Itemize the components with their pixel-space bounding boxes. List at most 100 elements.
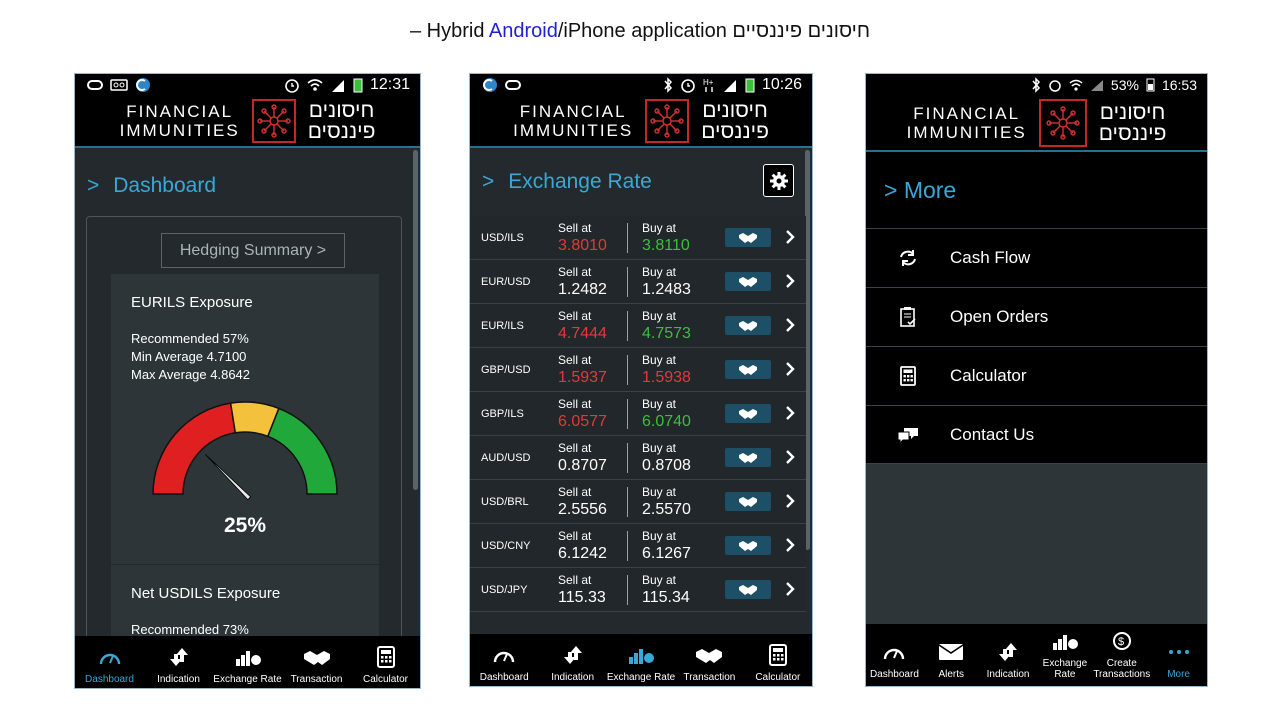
rate-row[interactable]: USD/CNY Sell at 6.1242 Buy at 6.1267: [470, 524, 806, 568]
buy-value: 3.8110: [642, 237, 690, 254]
empty-area: [866, 464, 1207, 626]
indication-icon: [999, 643, 1018, 661]
gauge-percent: 25%: [223, 514, 267, 537]
tab-exchange-rate[interactable]: Exchange Rate: [607, 634, 675, 686]
scrollbar[interactable]: [413, 150, 418, 490]
max-average-value: Max Average 4.8642: [131, 367, 251, 382]
page-title: > Exchange Rate: [470, 148, 812, 216]
logo-english: FINANCIAL IMMUNITIES: [513, 102, 634, 140]
status-time: 12:31: [369, 76, 410, 93]
sell-label: Sell at: [558, 485, 592, 499]
buy-value: 1.2483: [642, 281, 691, 298]
deal-button[interactable]: [725, 404, 771, 423]
currency-pair: USD/CNY: [481, 540, 531, 552]
deal-button[interactable]: [725, 536, 771, 555]
tab-indication[interactable]: Indication: [144, 636, 213, 688]
battery-icon: [353, 78, 363, 93]
chevron-right-icon[interactable]: [784, 358, 796, 385]
buy-label: Buy at: [642, 309, 677, 323]
deal-button[interactable]: [725, 228, 771, 247]
rate-row[interactable]: AUD/USD Sell at 0.8707 Buy at 0.8708: [470, 436, 806, 480]
tab-transaction[interactable]: Transaction: [282, 636, 351, 688]
signal-icon: [723, 80, 736, 92]
rate-row[interactable]: USD/BRL Sell at 2.5556 Buy at 2.5570: [470, 480, 806, 524]
tab-create-transactions[interactable]: $ Create Transactions: [1093, 624, 1150, 686]
rate-row[interactable]: EUR/ILS Sell at 4.7444 Buy at 4.7573: [470, 304, 806, 348]
deal-button[interactable]: [725, 272, 771, 291]
sell-value: 4.7444: [558, 325, 607, 342]
chevron-right-icon[interactable]: [784, 446, 796, 473]
menu-item-cash-flow[interactable]: Cash Flow: [866, 228, 1207, 287]
chevron-right-icon[interactable]: [784, 402, 796, 429]
tab-indication[interactable]: Indication: [980, 624, 1037, 686]
status-bar: 53% 16:53: [866, 74, 1207, 96]
buy-label: Buy at: [642, 353, 677, 367]
currency-pair: GBP/USD: [481, 364, 531, 376]
hedging-summary-button[interactable]: Hedging Summary >: [161, 233, 345, 268]
currency-pair: AUD/USD: [481, 452, 531, 464]
currency-pair: GBP/ILS: [481, 408, 524, 420]
rate-row[interactable]: USD/JPY Sell at 115.33 Buy at 115.34: [470, 568, 806, 612]
sell-value: 2.5556: [558, 501, 607, 518]
menu-item-calculator[interactable]: Calculator: [866, 346, 1207, 405]
deal-button[interactable]: [725, 448, 771, 467]
indication-icon: [169, 648, 188, 666]
tab-dashboard[interactable]: Dashboard: [866, 624, 923, 686]
calculator-icon: [768, 644, 787, 666]
tab-alerts[interactable]: Alerts: [923, 624, 980, 686]
chevron-right-icon[interactable]: [784, 534, 796, 561]
chevron-right-icon[interactable]: [784, 270, 796, 297]
divider: [627, 531, 628, 561]
data-icon: H+: [703, 78, 714, 92]
sell-label: Sell at: [558, 353, 592, 367]
calculator-icon: [376, 646, 395, 668]
tab-transaction[interactable]: Transaction: [675, 634, 743, 686]
gauge-needle: [205, 454, 252, 501]
rate-row[interactable]: EUR/USD Sell at 1.2482 Buy at 1.2483: [470, 260, 806, 304]
settings-button[interactable]: [763, 164, 794, 197]
sell-label: Sell at: [558, 397, 592, 411]
svg-text:H+: H+: [703, 78, 714, 87]
rate-row[interactable]: USD/ILS Sell at 3.8010 Buy at 3.8110: [470, 216, 806, 260]
gauge-green-segment: [266, 407, 338, 495]
buy-value: 6.1267: [642, 545, 691, 562]
deal-button[interactable]: [725, 316, 771, 335]
status-bar: H+ 10:26: [470, 74, 812, 96]
tab-calculator[interactable]: Calculator: [351, 636, 420, 688]
tab-exchange-rate[interactable]: Exchange Rate: [213, 636, 282, 688]
notification-icon: [505, 80, 521, 90]
chevron-right-icon[interactable]: [784, 226, 796, 253]
phone-more: 53% 16:53 FINANCIAL IMMUNITIES חיסונים פינ…: [865, 73, 1208, 687]
menu-item-contact-us[interactable]: Contact Us: [866, 405, 1207, 464]
slide-title-suffix: /iPhone application חיסונים פיננסיים: [557, 20, 871, 42]
currency-pair: EUR/ILS: [481, 320, 524, 332]
bottom-tab-bar: Dashboard Indication Exchange Rate Trans…: [470, 634, 812, 686]
tab-dashboard[interactable]: Dashboard: [470, 634, 538, 686]
chevron-right-icon[interactable]: [784, 578, 796, 605]
buy-value: 0.8708: [642, 457, 691, 474]
deal-button[interactable]: [725, 580, 771, 599]
deal-button[interactable]: [725, 360, 771, 379]
currency-pair: USD/JPY: [481, 584, 528, 596]
menu-item-open-orders[interactable]: Open Orders: [866, 287, 1207, 346]
tab-more[interactable]: More: [1150, 624, 1207, 686]
status-time: 10:26: [761, 76, 802, 93]
tab-dashboard[interactable]: Dashboard: [75, 636, 144, 688]
buy-label: Buy at: [642, 573, 677, 587]
tab-indication[interactable]: Indication: [538, 634, 606, 686]
page-title: > Dashboard: [87, 174, 216, 197]
recommended-value: Recommended 57%: [131, 331, 249, 346]
rate-row[interactable]: GBP/ILS Sell at 6.0577 Buy at 6.0740: [470, 392, 806, 436]
tab-exchange-rate[interactable]: Exchange Rate: [1036, 624, 1093, 686]
buy-label: Buy at: [642, 529, 677, 543]
buy-value: 1.5938: [642, 369, 691, 386]
contact-us-icon: [897, 427, 918, 444]
tab-calculator[interactable]: Calculator: [744, 634, 812, 686]
deal-button[interactable]: [725, 492, 771, 511]
sell-label: Sell at: [558, 265, 592, 279]
chevron-right-icon[interactable]: [784, 314, 796, 341]
rate-row[interactable]: GBP/USD Sell at 1.5937 Buy at 1.5938: [470, 348, 806, 392]
voicemail-icon: [110, 79, 128, 91]
divider: [627, 487, 628, 517]
chevron-right-icon[interactable]: [784, 490, 796, 517]
